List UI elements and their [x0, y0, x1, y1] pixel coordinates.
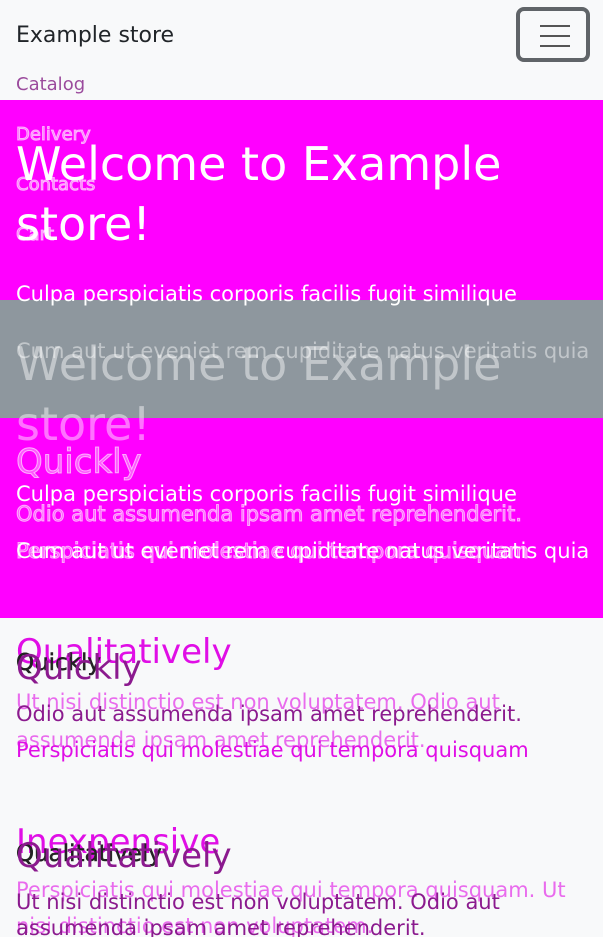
page: Example store Catalog Delivery Contacts …: [0, 0, 603, 937]
feature-text-qualitatively: Ut nisi distinctio est non voluptatem. O…: [16, 890, 500, 914]
feature-title-qualitatively: Qualitatively: [16, 836, 232, 876]
navbar-toggler-button[interactable]: [516, 7, 590, 62]
navbar-brand[interactable]: Example store: [16, 20, 174, 52]
hero-lead-line1: Culpa perspiciatis corporis facilis fugi…: [16, 282, 517, 306]
nav-link-catalog[interactable]: Catalog: [16, 74, 85, 95]
feature-text-ghost: Odio aut assumenda ipsam amet reprehende…: [16, 502, 523, 527]
feature-text2-ghost: Perspiciatis qui molestiae qui tempora q…: [16, 539, 530, 564]
feature-title-ghost: Quickly: [16, 442, 143, 483]
feature-text2-qualitatively: assumenda ipsam amet reprehenderit.: [16, 916, 426, 937]
feature-title-quickly: Quickly: [16, 648, 142, 688]
hamburger-menu-icon: [540, 25, 570, 47]
hero-heading-ghost: Welcome to Example store!: [16, 337, 502, 451]
feature-text2-quickly: Perspiciatis qui molestiae qui tempora q…: [16, 738, 529, 762]
feature-text-quickly: Odio aut assumenda ipsam amet reprehende…: [16, 702, 522, 726]
hero-heading: Welcome to Example store!: [16, 137, 502, 251]
